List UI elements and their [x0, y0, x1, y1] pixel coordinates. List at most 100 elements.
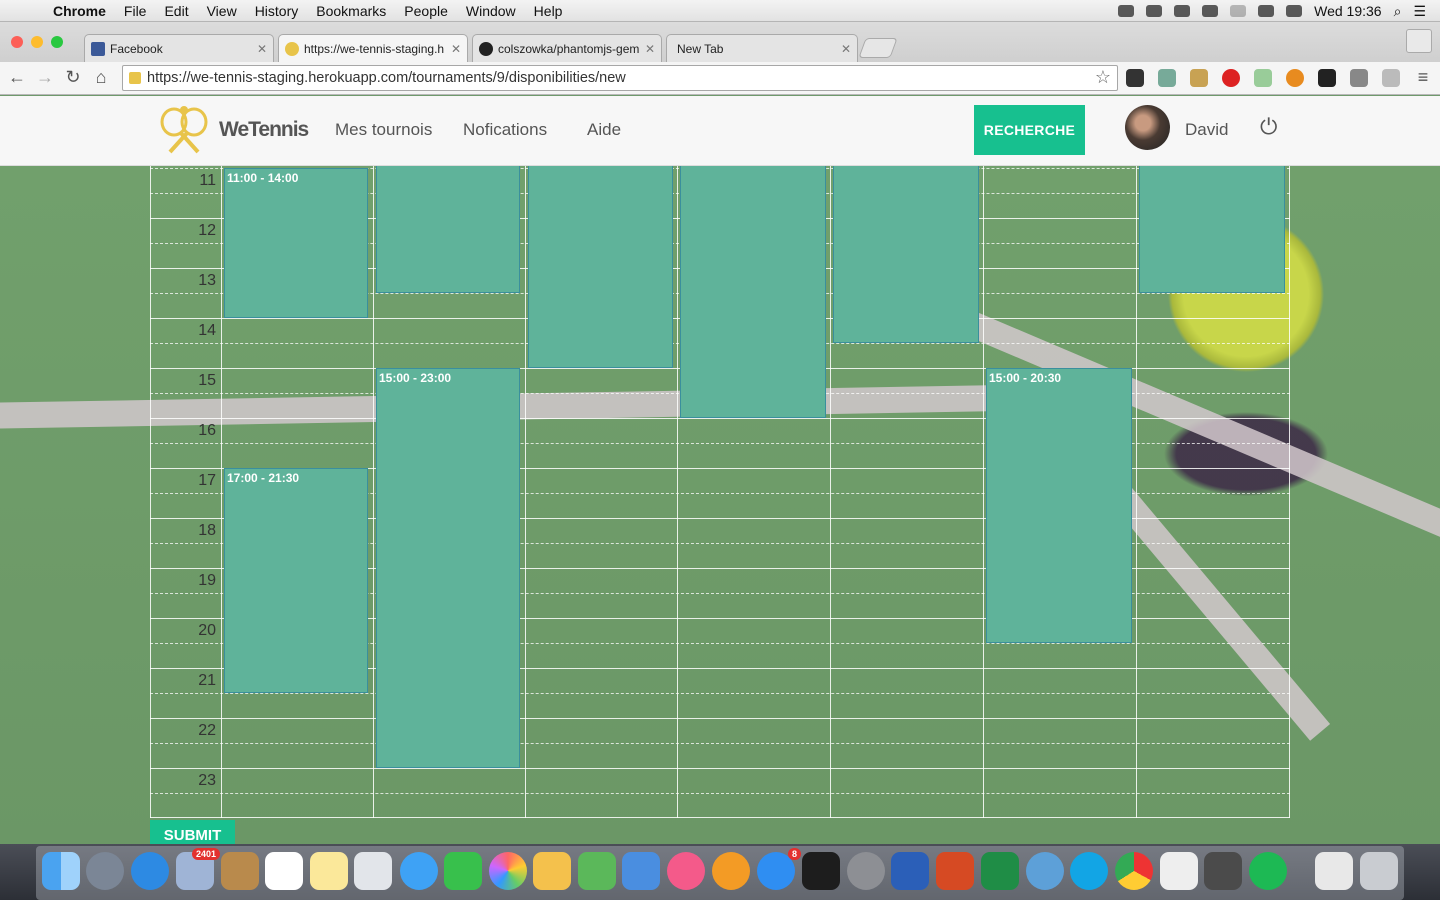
battery-icon[interactable]: [1286, 5, 1303, 17]
bluetooth-icon[interactable]: [1230, 5, 1247, 17]
launchpad-icon[interactable]: [86, 852, 124, 890]
availability-event[interactable]: 15:00 - 23:00: [376, 368, 520, 768]
safari-icon[interactable]: [131, 852, 169, 890]
site-header: WeTennis Mes tournois Nofications Aide R…: [0, 96, 1440, 166]
availability-event[interactable]: 11:00 - 14:00: [224, 168, 368, 318]
menu-people[interactable]: People: [395, 3, 457, 19]
availability-event[interactable]: 15:00 - 20:30: [986, 368, 1132, 643]
menu-edit[interactable]: Edit: [155, 3, 197, 19]
user-name[interactable]: David: [1185, 120, 1228, 140]
extension-icon[interactable]: [1382, 69, 1400, 87]
back-icon[interactable]: ←: [6, 67, 28, 88]
availability-event[interactable]: [1139, 164, 1285, 293]
availability-event[interactable]: [376, 164, 520, 293]
power-icon[interactable]: ⏻: [1260, 114, 1277, 140]
sublime-text-icon[interactable]: [1204, 852, 1242, 890]
close-tab-icon[interactable]: ✕: [645, 42, 655, 56]
tab-facebook[interactable]: Facebook ✕: [84, 34, 274, 62]
preview-icon[interactable]: [354, 852, 392, 890]
availability-event[interactable]: [680, 164, 826, 418]
numbers-icon[interactable]: [578, 852, 616, 890]
notes-icon[interactable]: [310, 852, 348, 890]
terminal-icon[interactable]: [802, 852, 840, 890]
avatar[interactable]: [1125, 105, 1170, 150]
availability-event[interactable]: [528, 164, 673, 368]
extension-icon[interactable]: [1126, 69, 1144, 87]
site-logo[interactable]: WeTennis: [219, 118, 309, 142]
extension-icon[interactable]: [1254, 69, 1272, 87]
excel-icon[interactable]: [981, 852, 1019, 890]
nav-notifications[interactable]: Nofications: [463, 120, 547, 140]
minimize-window-icon[interactable]: [31, 36, 43, 48]
grid-line: [150, 793, 1290, 794]
eyedropper-icon[interactable]: [1158, 69, 1176, 87]
address-bar[interactable]: https://we-tennis-staging.herokuapp.com/…: [122, 65, 1118, 91]
spotlight-icon[interactable]: ⌕: [1394, 3, 1402, 20]
menu-bookmarks[interactable]: Bookmarks: [307, 3, 395, 19]
bookmark-star-icon[interactable]: ☆: [1095, 67, 1111, 88]
nav-aide[interactable]: Aide: [587, 120, 621, 140]
airdrop-icon[interactable]: [1202, 5, 1219, 17]
pages-icon[interactable]: [533, 852, 571, 890]
sync-icon[interactable]: [1146, 5, 1163, 17]
close-tab-icon[interactable]: ✕: [451, 42, 461, 56]
chrome-icon[interactable]: [1115, 852, 1153, 890]
messages-icon[interactable]: [400, 852, 438, 890]
network-icon[interactable]: [1026, 852, 1064, 890]
menu-chrome[interactable]: Chrome: [44, 3, 115, 19]
zoom-window-icon[interactable]: [51, 36, 63, 48]
extension-icon[interactable]: [1286, 69, 1304, 87]
calendar-icon[interactable]: [265, 852, 303, 890]
dropbox-icon[interactable]: [1118, 5, 1135, 17]
trash-icon[interactable]: [1360, 852, 1398, 890]
hand-icon[interactable]: [1350, 69, 1368, 87]
profile-icon[interactable]: [1406, 29, 1432, 53]
spotify-icon[interactable]: [1249, 852, 1287, 890]
menu-history[interactable]: History: [246, 3, 308, 19]
availability-event[interactable]: 17:00 - 21:30: [224, 468, 368, 693]
mail-icon[interactable]: 2401: [176, 848, 220, 890]
forward-icon[interactable]: →: [34, 67, 56, 88]
slack-icon[interactable]: [1160, 852, 1198, 890]
close-window-icon[interactable]: [11, 36, 23, 48]
menu-view[interactable]: View: [198, 3, 246, 19]
itunes-icon[interactable]: [667, 852, 705, 890]
reload-icon[interactable]: ↻: [62, 67, 84, 88]
ibooks-icon[interactable]: [712, 852, 750, 890]
infinity-icon[interactable]: [1174, 5, 1191, 17]
search-button[interactable]: RECHERCHE: [974, 105, 1085, 155]
tab-github[interactable]: colszowka/phantomjs-gem ✕: [472, 34, 662, 62]
nav-mes-tournois[interactable]: Mes tournois: [335, 120, 432, 140]
grid-line: [525, 166, 526, 818]
menu-help[interactable]: Help: [525, 3, 572, 19]
close-tab-icon[interactable]: ✕: [841, 42, 851, 56]
photos-icon[interactable]: [489, 852, 527, 890]
powerpoint-icon[interactable]: [936, 852, 974, 890]
new-tab-button[interactable]: [858, 38, 898, 58]
contacts-icon[interactable]: [221, 852, 259, 890]
menu-file[interactable]: File: [115, 3, 156, 19]
app-store-icon[interactable]: 8: [757, 848, 801, 890]
skype-icon[interactable]: [1070, 852, 1108, 890]
ruler-icon[interactable]: [1190, 69, 1208, 87]
home-icon[interactable]: ⌂: [90, 67, 112, 88]
facetime-icon[interactable]: [444, 852, 482, 890]
menu-window[interactable]: Window: [457, 3, 525, 19]
availability-calendar[interactable]: 11 12 13 14 15 16 17 18 19 20 21 22 23 1…: [150, 164, 1290, 818]
finder-icon[interactable]: [42, 852, 80, 890]
close-tab-icon[interactable]: ✕: [257, 42, 267, 56]
downloads-stack-icon[interactable]: [1315, 852, 1353, 890]
word-icon[interactable]: [891, 852, 929, 890]
notification-center-icon[interactable]: ☰: [1413, 3, 1426, 20]
keynote-icon[interactable]: [622, 852, 660, 890]
tab-new-tab[interactable]: New Tab ✕: [666, 34, 858, 62]
menu-icon[interactable]: ≡: [1412, 67, 1434, 88]
system-preferences-icon[interactable]: [847, 852, 885, 890]
tab-we-tennis[interactable]: https://we-tennis-staging.h ✕: [278, 34, 468, 62]
clock[interactable]: Wed 19:36: [1314, 3, 1381, 19]
adblock-icon[interactable]: [1222, 69, 1240, 87]
availability-event[interactable]: [833, 164, 979, 343]
layers-icon[interactable]: [1318, 69, 1336, 87]
wifi-icon[interactable]: [1258, 5, 1275, 17]
hour-label: 17: [198, 472, 216, 489]
